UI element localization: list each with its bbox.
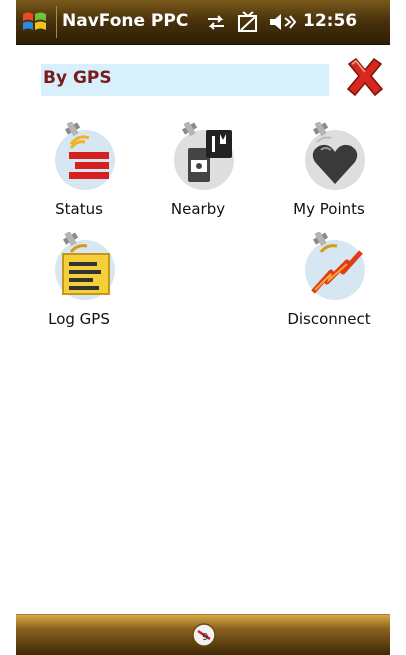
tile-my-points[interactable]: My Points: [274, 122, 384, 232]
start-menu-icon[interactable]: [20, 8, 50, 36]
tile-log-gps[interactable]: Log GPS: [24, 232, 134, 342]
device-screen: NavFone PPC 12:56 By GPS Status Nearby M…: [16, 0, 390, 655]
title-bar: NavFone PPC 12:56: [16, 0, 390, 45]
connectivity-icon[interactable]: [204, 10, 228, 34]
svg-text:9: 9: [202, 632, 208, 643]
close-x-icon[interactable]: [342, 54, 388, 100]
nearby-icon: [174, 122, 234, 190]
log-gps-icon: [55, 232, 115, 300]
tile-label: Disconnect: [287, 310, 371, 328]
signal-icon[interactable]: [235, 10, 261, 34]
tile-label: Log GPS: [48, 310, 110, 328]
disconnect-icon: [305, 232, 365, 300]
tile-label: Nearby: [170, 200, 226, 218]
page-title: By GPS: [43, 68, 112, 88]
title-divider: [56, 6, 57, 38]
heart-points-icon: [305, 122, 365, 190]
tile-status[interactable]: Status: [24, 122, 134, 232]
gps-status-icon: [55, 122, 115, 190]
clock: 12:56: [303, 11, 358, 31]
volume-icon[interactable]: [267, 10, 297, 34]
tile-nearby[interactable]: Nearby: [143, 122, 253, 232]
app-title: NavFone PPC: [62, 11, 189, 31]
tile-disconnect[interactable]: Disconnect: [274, 232, 384, 342]
input-panel-icon[interactable]: 9: [190, 621, 218, 649]
tile-label: Status: [55, 200, 103, 218]
tile-label: My Points: [293, 200, 365, 218]
bottom-softkey-bar: 9: [16, 614, 390, 655]
